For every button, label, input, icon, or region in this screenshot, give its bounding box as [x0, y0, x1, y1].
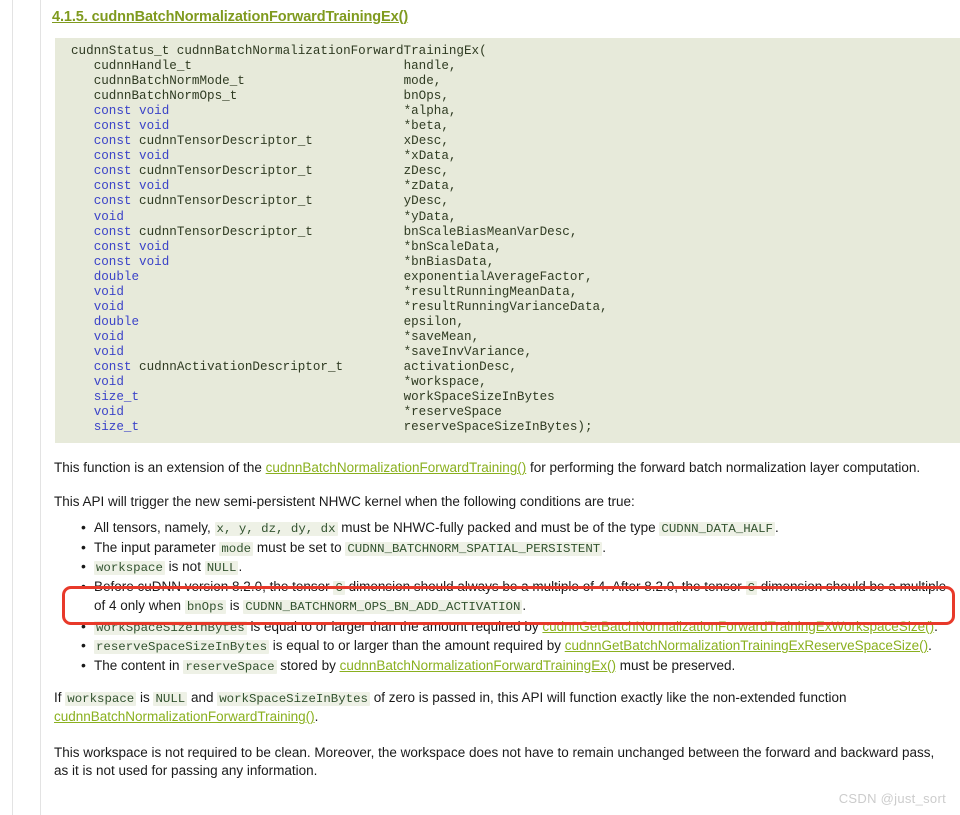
inline-code-spatial-persistent: CUDNN_BATCHNORM_SPATIAL_PERSISTENT — [345, 541, 603, 556]
inline-code-null: NULL — [204, 561, 239, 576]
paragraph-workspace-cleanliness: This workspace is not required to be cle… — [54, 745, 935, 779]
link-cudnnGetBatchNormalizationTrainingExReserveSpaceSize[interactable]: cudnnGetBatchNormalizationTrainingExRese… — [565, 638, 928, 653]
paragraph-text: and — [187, 690, 218, 706]
inline-code-reservespacesizeinbytes: reserveSpaceSizeInBytes — [94, 640, 270, 655]
paragraph-text: If — [54, 690, 66, 706]
watermark: CSDN @just_sort — [838, 791, 946, 806]
list-item-text: is — [226, 598, 244, 614]
document-page: 4.1.5. cudnnBatchNormalizationForwardTra… — [41, 0, 960, 815]
list-item-tensors-nhwc: All tensors, namely, x, y, dz, dy, dx mu… — [81, 518, 956, 539]
list-item-text: . — [238, 559, 243, 575]
inline-code-tensor-c-2: C — [745, 580, 757, 595]
code-block-function-signature: cudnnStatus_t cudnnBatchNormalizationFor… — [55, 38, 960, 444]
list-item-reservespace-size: reserveSpaceSizeInBytes is equal to or l… — [81, 636, 956, 657]
link-cudnnBatchNormalizationForwardTrainingEx[interactable]: cudnnBatchNormalizationForwardTrainingEx… — [340, 658, 616, 673]
list-item-text: is equal to or larger than the amount re… — [269, 638, 565, 654]
paragraph-nhwc-conditions: This API will trigger the new semi-persi… — [54, 494, 635, 510]
link-cudnnBatchNormalizationForwardTraining[interactable]: cudnnBatchNormalizationForwardTraining() — [266, 460, 527, 475]
list-item-text: is equal to or larger than the amount re… — [246, 618, 543, 634]
list-item-text: . — [522, 598, 527, 614]
inline-code-bnops: bnOps — [184, 600, 226, 615]
link-cudnnBatchNormalizationForwardTraining-2[interactable]: cudnnBatchNormalizationForwardTraining() — [54, 709, 315, 724]
paragraph-text: for performing the forward batch normali… — [526, 460, 921, 476]
list-item-text: All tensors, namely, — [94, 520, 215, 536]
paragraph-text: is — [136, 690, 154, 706]
link-cudnnGetBatchNormalizationForwardTrainingExWorkspaceSize[interactable]: cudnnGetBatchNormalizationForwardTrainin… — [542, 619, 934, 634]
paragraph-extension-note: This function is an extension of the cud… — [54, 459, 944, 477]
list-item-text: Before cuDNN version 8.2.0, the tensor — [94, 578, 334, 594]
inline-code-bn-add-activation: CUDNN_BATCHNORM_OPS_BN_ADD_ACTIVATION — [243, 600, 523, 615]
page-rule-outer — [12, 0, 13, 815]
paragraph-text: of zero is passed in, this API will func… — [369, 690, 847, 706]
paragraph-null-workspace: If workspace is NULL and workSpaceSizeIn… — [54, 689, 944, 726]
list-item-text: dimension should always be a multiple of… — [344, 578, 746, 594]
list-item-text: . — [934, 618, 938, 634]
inline-code-mode: mode — [219, 541, 254, 556]
list-item-text: . — [774, 520, 779, 536]
inline-code-null-2: NULL — [153, 692, 188, 707]
list-item-reservespace-content: The content in reserveSpace stored by cu… — [81, 656, 956, 677]
inline-code-workspace: workspace — [94, 561, 165, 576]
inline-code-cudnn-data-half: CUDNN_DATA_HALF — [659, 522, 775, 537]
list-item-workspace-not-null: workspace is not NULL. — [81, 557, 956, 578]
list-item-mode-parameter: The input parameter mode must be set to … — [81, 538, 956, 559]
list-item-tensor-c-multiple-of-four: Before cuDNN version 8.2.0, the tensor C… — [81, 577, 956, 617]
inline-code-workspace-2: workspace — [65, 692, 137, 707]
list-item-text: . — [928, 638, 932, 654]
inline-code-reservespace: reserveSpace — [183, 659, 277, 674]
inline-code-workspacesizeinbytes-2: workSpaceSizeInBytes — [217, 692, 370, 707]
list-item-text: . — [602, 539, 606, 555]
list-item-text: must be preserved. — [615, 657, 736, 673]
paragraph-text: This function is an extension of the — [54, 460, 266, 476]
list-item-text: is not — [164, 559, 205, 575]
list-item-text: The input parameter — [94, 539, 220, 555]
list-item-text: must be set to — [253, 539, 346, 555]
list-item-text: The content in — [94, 657, 184, 673]
conditions-list: All tensors, namely, x, y, dz, dy, dx mu… — [41, 518, 960, 677]
inline-code-tensor-names: x, y, dz, dy, dx — [214, 522, 338, 537]
inline-code-workspacesizeinbytes: workSpaceSizeInBytes — [94, 620, 247, 635]
paragraph-text: . — [314, 709, 319, 725]
list-item-text: must be NHWC-fully packed and must be of… — [337, 520, 660, 536]
list-item-text: stored by — [276, 657, 340, 673]
inline-code-tensor-c: C — [333, 580, 345, 595]
page-title: 4.1.5. cudnnBatchNormalizationForwardTra… — [52, 9, 409, 25]
list-item-workspace-size: workSpaceSizeInBytes is equal to or larg… — [81, 617, 956, 638]
